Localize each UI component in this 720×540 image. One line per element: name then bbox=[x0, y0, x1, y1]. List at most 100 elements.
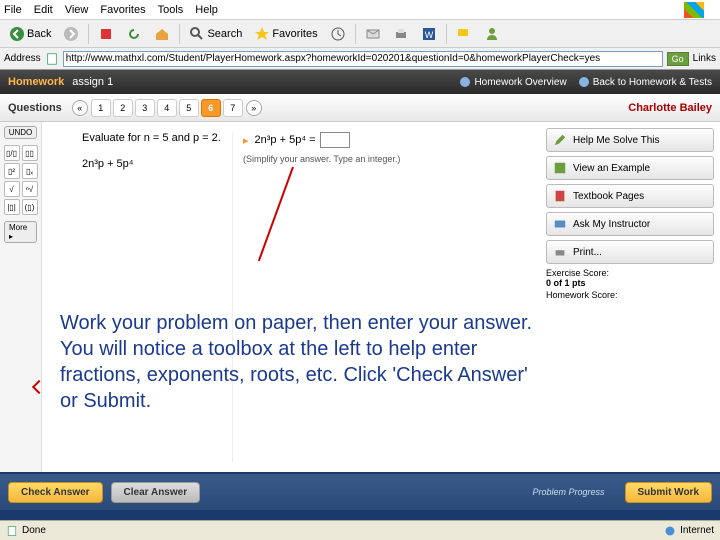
links-label[interactable]: Links bbox=[693, 53, 716, 64]
hw-title: assign 1 bbox=[72, 76, 113, 88]
undo-button[interactable]: UNDO bbox=[4, 126, 38, 139]
menu-view[interactable]: View bbox=[65, 4, 89, 16]
tool-fraction[interactable]: ▯/▯ bbox=[4, 145, 20, 161]
tool-nroot[interactable]: ⁿ√ bbox=[22, 181, 38, 197]
book-icon bbox=[553, 189, 567, 203]
clear-answer-button[interactable]: Clear Answer bbox=[111, 482, 201, 503]
instruction-overlay: Work your problem on paper, then enter y… bbox=[60, 310, 540, 414]
dot-icon bbox=[460, 77, 470, 87]
question-bar: Questions « 1 2 3 4 5 6 7 » Charlotte Ba… bbox=[0, 94, 720, 122]
search-label: Search bbox=[207, 28, 242, 40]
print-button[interactable] bbox=[388, 23, 414, 45]
dot-icon bbox=[579, 77, 589, 87]
menu-file[interactable]: File bbox=[4, 4, 22, 16]
answer-hint: (Simplify your answer. Type an integer.) bbox=[243, 154, 400, 164]
page-icon bbox=[45, 52, 59, 66]
history-button[interactable] bbox=[325, 23, 351, 45]
edit-button[interactable]: W bbox=[416, 23, 442, 45]
questions-label: Questions bbox=[8, 102, 62, 114]
problem-expression: 2n³p + 5p⁴ bbox=[82, 158, 232, 170]
stop-button[interactable] bbox=[93, 23, 119, 45]
submit-work-button[interactable]: Submit Work bbox=[625, 482, 712, 503]
math-toolbox: UNDO ▯/▯▯▯ ▯²▯ₓ √ⁿ√ |▯|(▯) More ▸ bbox=[0, 122, 42, 472]
problem-prompt: Evaluate for n = 5 and p = 2. bbox=[82, 132, 232, 144]
browser-toolbar: Back Search Favorites W bbox=[0, 20, 720, 48]
exercise-score-value: 0 of 1 pts bbox=[546, 278, 714, 288]
status-bar: Done Internet bbox=[0, 520, 720, 540]
ask-instructor-button[interactable]: Ask My Instructor bbox=[546, 212, 714, 236]
tool-sqrt[interactable]: √ bbox=[4, 181, 20, 197]
prev-question-button[interactable]: « bbox=[72, 100, 88, 116]
internet-zone-icon bbox=[664, 525, 676, 537]
mail-button[interactable] bbox=[360, 23, 386, 45]
homework-score-label: Homework Score: bbox=[546, 290, 714, 300]
question-3[interactable]: 3 bbox=[135, 99, 155, 117]
menu-tools[interactable]: Tools bbox=[158, 4, 184, 16]
address-label: Address bbox=[4, 53, 41, 64]
menu-edit[interactable]: Edit bbox=[34, 4, 53, 16]
tool-exponent[interactable]: ▯² bbox=[4, 163, 20, 179]
star-icon bbox=[254, 26, 270, 42]
favorites-button[interactable]: Favorites bbox=[249, 23, 322, 45]
printer-icon bbox=[553, 245, 567, 259]
mail-icon bbox=[553, 217, 567, 231]
textbook-button[interactable]: Textbook Pages bbox=[546, 184, 714, 208]
address-bar: Address Go Links bbox=[0, 48, 720, 70]
messenger-button[interactable] bbox=[479, 23, 505, 45]
forward-button[interactable] bbox=[58, 23, 84, 45]
view-example-button[interactable]: View an Example bbox=[546, 156, 714, 180]
search-button[interactable]: Search bbox=[184, 23, 247, 45]
back-arrow-icon bbox=[9, 26, 25, 42]
check-answer-button[interactable]: Check Answer bbox=[8, 482, 103, 503]
more-tools-button[interactable]: More ▸ bbox=[4, 221, 37, 243]
problem-area: Evaluate for n = 5 and p = 2. 2n³p + 5p⁴… bbox=[42, 122, 540, 472]
hw-overview-link[interactable]: Homework Overview bbox=[460, 77, 566, 88]
back-label: Back bbox=[27, 28, 51, 40]
hw-label: Homework bbox=[8, 76, 64, 88]
pencil-icon bbox=[553, 133, 567, 147]
windows-logo-icon bbox=[684, 2, 704, 18]
printer-icon bbox=[393, 26, 409, 42]
help-sidebar: Help Me Solve This View an Example Textb… bbox=[540, 122, 720, 472]
question-2[interactable]: 2 bbox=[113, 99, 133, 117]
back-button[interactable]: Back bbox=[4, 23, 56, 45]
answer-marker-icon: ▸ bbox=[243, 134, 249, 147]
home-button[interactable] bbox=[149, 23, 175, 45]
address-input[interactable] bbox=[63, 51, 663, 67]
tool-paren[interactable]: (▯) bbox=[22, 199, 38, 215]
print-button-side[interactable]: Print... bbox=[546, 240, 714, 264]
question-7[interactable]: 7 bbox=[223, 99, 243, 117]
question-1[interactable]: 1 bbox=[91, 99, 111, 117]
question-4[interactable]: 4 bbox=[157, 99, 177, 117]
example-icon bbox=[553, 161, 567, 175]
go-button[interactable]: Go bbox=[667, 52, 689, 66]
word-icon: W bbox=[421, 26, 437, 42]
tool-abs[interactable]: |▯| bbox=[4, 199, 20, 215]
home-icon bbox=[154, 26, 170, 42]
student-name: Charlotte Bailey bbox=[628, 102, 712, 114]
menu-bar: File Edit View Favorites Tools Help bbox=[0, 0, 720, 20]
discuss-icon bbox=[456, 26, 472, 42]
svg-text:W: W bbox=[424, 30, 433, 40]
tool-subscript[interactable]: ▯ₓ bbox=[22, 163, 38, 179]
discuss-button[interactable] bbox=[451, 23, 477, 45]
menu-favorites[interactable]: Favorites bbox=[100, 4, 145, 16]
tool-mixed[interactable]: ▯▯ bbox=[22, 145, 38, 161]
status-done: Done bbox=[22, 525, 46, 536]
search-icon bbox=[189, 26, 205, 42]
exercise-score-label: Exercise Score: bbox=[546, 268, 714, 278]
progress-label: Problem Progress bbox=[532, 487, 604, 497]
question-6[interactable]: 6 bbox=[201, 99, 221, 117]
help-solve-button[interactable]: Help Me Solve This bbox=[546, 128, 714, 152]
hw-back-link[interactable]: Back to Homework & Tests bbox=[579, 77, 712, 88]
refresh-button[interactable] bbox=[121, 23, 147, 45]
answer-prefix: 2n³p + 5p⁴ = bbox=[255, 134, 316, 146]
next-question-button[interactable]: » bbox=[246, 100, 262, 116]
refresh-icon bbox=[126, 26, 142, 42]
people-icon bbox=[484, 26, 500, 42]
homework-header: Homework assign 1 Homework Overview Back… bbox=[0, 70, 720, 94]
answer-input[interactable] bbox=[320, 132, 350, 148]
history-icon bbox=[330, 26, 346, 42]
question-5[interactable]: 5 bbox=[179, 99, 199, 117]
menu-help[interactable]: Help bbox=[195, 4, 218, 16]
